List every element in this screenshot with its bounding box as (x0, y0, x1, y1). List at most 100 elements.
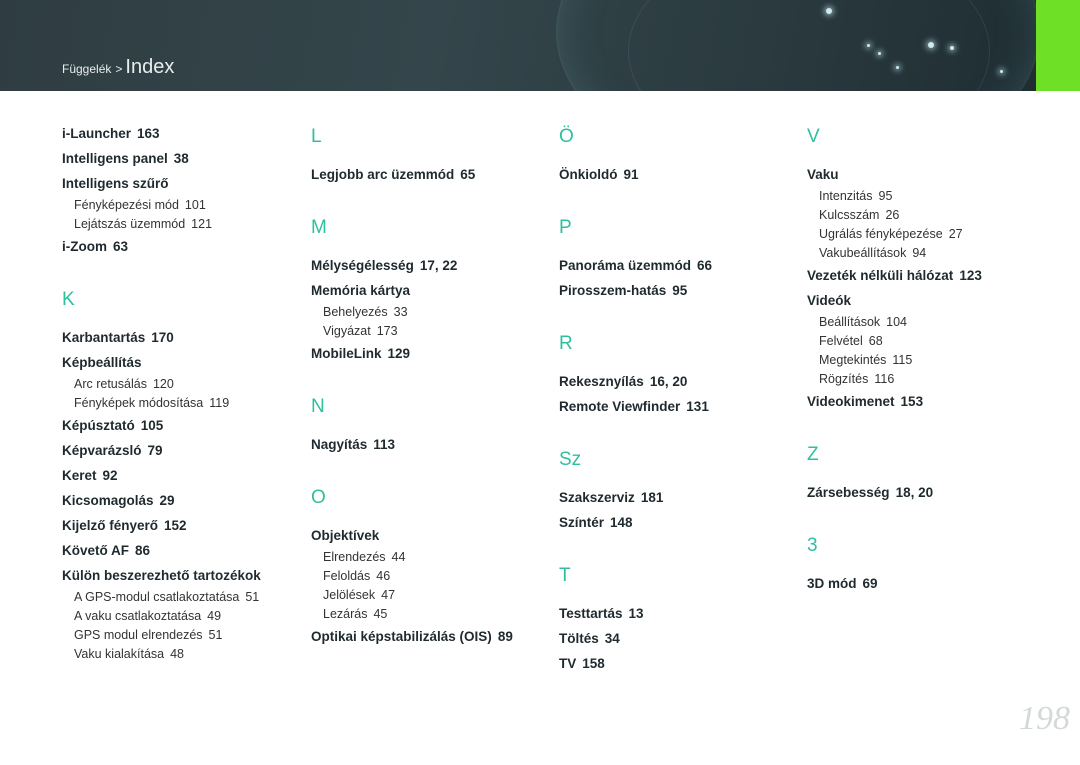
index-subentry-pages: 68 (868, 334, 883, 348)
index-subentry-label: Vakubeállítások (819, 246, 907, 260)
index-entry[interactable]: Zársebesség 18, 20 (807, 480, 1047, 505)
index-entry[interactable]: Vezeték nélküli hálózat 123 (807, 263, 1047, 288)
index-subentry-label: Rögzítés (819, 372, 869, 386)
index-entry[interactable]: Pirosszem-hatás 95 (559, 278, 799, 303)
index-entry[interactable]: Nagyítás 113 (311, 432, 551, 457)
index-entry[interactable]: Videokimenet 153 (807, 389, 1047, 414)
index-entry-label: Objektívek (311, 528, 380, 543)
index-entry-label: Követő AF (62, 543, 129, 558)
index-subentry[interactable]: GPS modul elrendezés 51 (62, 626, 302, 645)
index-subentry[interactable]: Intenzitás 95 (807, 187, 1047, 206)
index-subentry-label: Arc retusálás (74, 377, 147, 391)
index-entry-pages: 69 (862, 576, 878, 591)
index-entry[interactable]: Objektívek (311, 523, 551, 548)
index-subentry[interactable]: Lezárás 45 (311, 605, 551, 624)
index-entry-label: Karbantartás (62, 330, 146, 345)
index-entry[interactable]: Önkioldó 91 (559, 162, 799, 187)
index-entry[interactable]: Testtartás 13 (559, 601, 799, 626)
index-subentry-label: Lezárás (323, 607, 368, 621)
index-entry[interactable]: Memória kártya (311, 278, 551, 303)
index-subentry-pages: 115 (892, 353, 913, 367)
heading-spacer (807, 563, 1047, 571)
index-subentry[interactable]: Fényképek módosítása 119 (62, 394, 302, 413)
index-entry[interactable]: Karbantartás 170 (62, 325, 302, 350)
index-subentry[interactable]: A GPS-modul csatlakoztatása 51 (62, 588, 302, 607)
index-subentry[interactable]: Vakubeállítások 94 (807, 244, 1047, 263)
index-subentry[interactable]: Beállítások 104 (807, 313, 1047, 332)
index-entry[interactable]: Remote Viewfinder 131 (559, 394, 799, 419)
index-entry[interactable]: MobileLink 129 (311, 341, 551, 366)
index-entry[interactable]: Intelligens panel 38 (62, 146, 302, 171)
index-entry[interactable]: Keret 92 (62, 463, 302, 488)
index-entry-label: Memória kártya (311, 283, 411, 298)
sparkle-icon (826, 8, 832, 14)
index-subentry[interactable]: Fényképezési mód 101 (62, 196, 302, 215)
index-subentry[interactable]: Behelyezés 33 (311, 303, 551, 322)
index-subentry[interactable]: Lejátszás üzemmód 121 (62, 215, 302, 234)
index-entry[interactable]: Szakszerviz 181 (559, 485, 799, 510)
index-entry[interactable]: Intelligens szűrő (62, 171, 302, 196)
index-entry-label: Töltés (559, 631, 599, 646)
index-entry-pages: 148 (610, 515, 633, 530)
index-entry-label: Videokimenet (807, 394, 895, 409)
index-entry[interactable]: Legjobb arc üzemmód 65 (311, 162, 551, 187)
index-entry[interactable]: Képbeállítás (62, 350, 302, 375)
index-subentry[interactable]: Jelölések 47 (311, 586, 551, 605)
index-subentry[interactable]: Vigyázat 173 (311, 322, 551, 341)
index-subentry[interactable]: Ugrálás fényképezése 27 (807, 225, 1047, 244)
index-entry-pages: 105 (140, 418, 164, 433)
index-entry[interactable]: Vaku (807, 162, 1047, 187)
index-entry[interactable]: Külön beszerezhető tartozékok (62, 563, 302, 588)
index-subentry-pages: 120 (152, 377, 174, 391)
index-subentry[interactable]: Feloldás 46 (311, 567, 551, 586)
breadcrumb-separator: > (115, 62, 123, 76)
heading-spacer (807, 154, 1047, 162)
index-letter-heading: N (311, 396, 325, 417)
index-subentry-pages: 33 (393, 305, 408, 319)
index-entry[interactable]: Képvarázsló 79 (62, 438, 302, 463)
index-subentry[interactable]: Kulcsszám 26 (807, 206, 1047, 225)
index-entry[interactable]: TV 158 (559, 651, 799, 676)
index-subentry-label: Fényképek módosítása (74, 396, 204, 410)
index-entry-label: Szakszerviz (559, 490, 635, 505)
index-entry-label: MobileLink (311, 346, 382, 361)
index-subentry-pages: 51 (208, 628, 223, 642)
index-entry[interactable]: Kijelző fényerő 152 (62, 513, 302, 538)
index-entry-label: Optikai képstabilizálás (OIS) (311, 629, 492, 644)
index-entry-pages: 181 (640, 490, 664, 505)
index-entry[interactable]: Kicsomagolás 29 (62, 488, 302, 513)
index-subentry[interactable]: Felvétel 68 (807, 332, 1047, 351)
index-subentry[interactable]: Vaku kialakítása 48 (62, 645, 302, 664)
index-entry[interactable]: 3D mód 69 (807, 571, 1047, 596)
index-entry[interactable]: i-Zoom 63 (62, 234, 302, 259)
index-entry[interactable]: i-Launcher 163 (62, 121, 302, 146)
index-subentry-pages: 47 (381, 588, 396, 602)
index-entry[interactable]: Képúsztató 105 (62, 413, 302, 438)
index-entry[interactable]: Mélységélesség 17, 22 (311, 253, 551, 278)
index-subentry[interactable]: Arc retusálás 120 (62, 375, 302, 394)
index-subentry[interactable]: A vaku csatlakoztatása 49 (62, 607, 302, 626)
index-entry[interactable]: Panoráma üzemmód 66 (559, 253, 799, 278)
index-entry-pages: 89 (497, 629, 513, 644)
chapter-tab[interactable] (1036, 0, 1080, 91)
index-entry[interactable]: Követő AF 86 (62, 538, 302, 563)
index-subentry[interactable]: Megtekintés 115 (807, 351, 1047, 370)
index-entry[interactable]: Rekesznyílás 16, 20 (559, 369, 799, 394)
index-entry-label: Rekesznyílás (559, 374, 644, 389)
index-entry[interactable]: Színtér 148 (559, 510, 799, 535)
heading-spacer (807, 472, 1047, 480)
index-entry[interactable]: Töltés 34 (559, 626, 799, 651)
index-subentry-label: Ugrálás fényképezése (819, 227, 943, 241)
index-subentry[interactable]: Rögzítés 116 (807, 370, 1047, 389)
index-entry[interactable]: Videók (807, 288, 1047, 313)
heading-spacer (311, 515, 551, 523)
index-subentry[interactable]: Elrendezés 44 (311, 548, 551, 567)
index-entry-label: Képvarázsló (62, 443, 142, 458)
index-subentry-pages: 51 (245, 590, 260, 604)
breadcrumb-parent[interactable]: Függelék (62, 62, 111, 76)
index-entry-label: Kijelző fényerő (62, 518, 159, 533)
index-entry[interactable]: Optikai képstabilizálás (OIS) 89 (311, 624, 551, 649)
